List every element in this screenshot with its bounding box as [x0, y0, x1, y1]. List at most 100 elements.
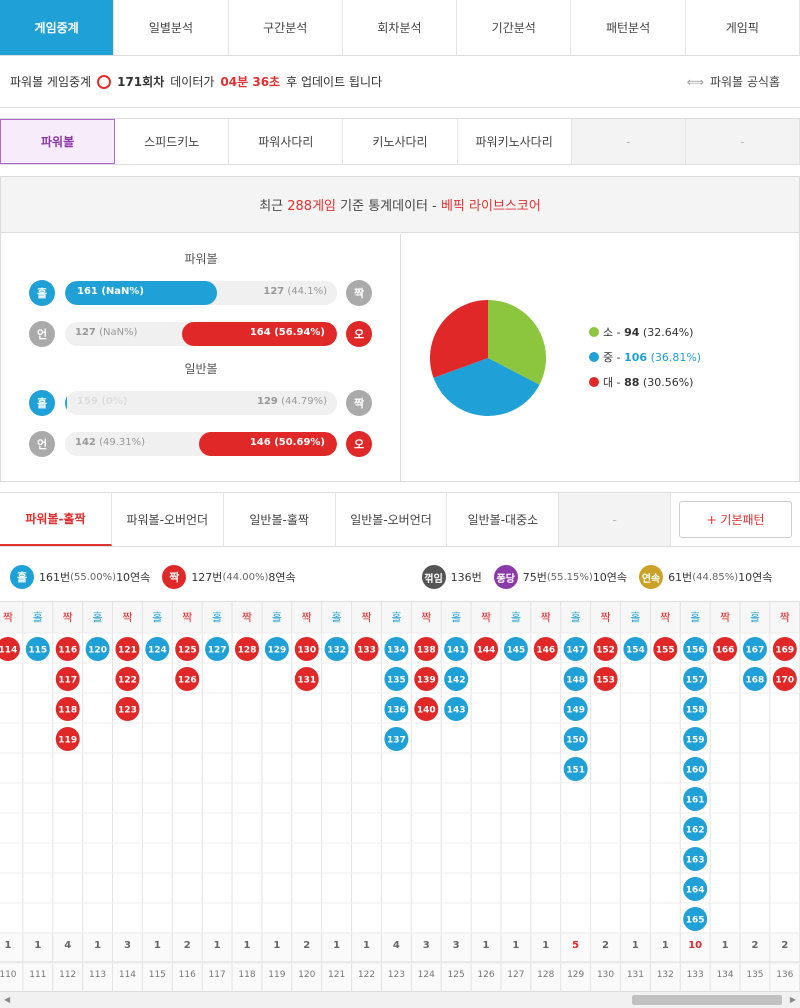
- stat-row: 홀 161 (NaN%) 127 (44.1%) 짝: [29, 280, 374, 308]
- powerball-title: 파워볼: [184, 252, 218, 266]
- stat-row: 언 127 (NaN%) 164 (56.94%) 오: [29, 321, 374, 349]
- game-tab-2[interactable]: 파워사다리: [229, 119, 344, 164]
- nav-tab-0[interactable]: 게임중계: [0, 0, 115, 55]
- nav-tab-1[interactable]: 일별분석: [114, 0, 229, 55]
- stat-row: 언 142 (49.31%) 146 (50.69%) 오: [29, 431, 374, 459]
- grid-round: 126: [477, 970, 494, 980]
- grid-count: 2: [751, 940, 758, 951]
- pattern-grid: 짝 114 1 110 홀 115 1 111 짝 116 117 118 119 4 112 홀 120 1 11…: [0, 601, 800, 991]
- legend-label: 소: [603, 326, 614, 339]
- summary-badge: 퐁당: [493, 565, 518, 589]
- stat-row: 홀 159 (0%) 129 (44.79%) 짝: [29, 390, 374, 418]
- stat-bar: 161 (NaN%) 127 (44.1%): [65, 281, 337, 305]
- grid-count: 1: [94, 940, 101, 951]
- stats-head-source: 베픽 라이브스코어: [440, 199, 541, 214]
- grid-header-label: 짝: [600, 611, 610, 624]
- stat-right-count: 127: [263, 286, 285, 297]
- pattern-tab-5[interactable]: -: [559, 493, 672, 546]
- grid-ball-number: 119: [58, 736, 77, 746]
- grid-ball-number: 168: [746, 676, 765, 686]
- pattern-tab-6[interactable]: + 기본패턴: [679, 501, 793, 538]
- grid-ball-number: 170: [775, 676, 794, 686]
- grid-header-label: 홀: [212, 611, 222, 624]
- grid-round: 134: [716, 970, 733, 980]
- grid-round: 111: [29, 970, 46, 980]
- stat-right-badge: 오: [346, 431, 372, 457]
- grid-ball-number: 146: [536, 646, 555, 656]
- summary-count: 75번: [522, 571, 547, 584]
- grid-count: 2: [781, 940, 788, 951]
- scroll-left-icon[interactable]: ◀: [4, 995, 10, 1004]
- grid-ball-number: 162: [686, 826, 705, 836]
- stats-header: 최근 288게임 기준 통계데이터 - 베픽 라이브스코어: [1, 177, 799, 233]
- pattern-tab-1[interactable]: 파워볼-오버언더: [112, 493, 224, 546]
- game-tab-4[interactable]: 파워키노사다리: [458, 119, 572, 164]
- stat-right-label: 127 (44.1%): [263, 286, 327, 297]
- summary-pct: (55.00%): [70, 571, 117, 583]
- game-tab-0[interactable]: 파워볼: [0, 119, 116, 164]
- grid-ball-number: 140: [417, 706, 436, 716]
- grid-ball-number: 166: [716, 646, 735, 656]
- stat-left-label: 161 (NaN%): [77, 286, 145, 297]
- grid-count: 3: [124, 940, 131, 951]
- grid-ball-number: 118: [58, 706, 77, 716]
- grid-ball-number: 158: [686, 706, 705, 716]
- stat-right-pct: (44.79%): [281, 396, 327, 407]
- legend-item-2: 대 - 88 (30.56%): [589, 370, 701, 395]
- grid-ball-number: 151: [566, 766, 585, 776]
- stat-left-badge: 홀: [29, 280, 55, 306]
- summary-streak: 10연속: [738, 571, 773, 584]
- stat-right-count: 129: [257, 396, 278, 407]
- grid-count: 1: [722, 940, 729, 951]
- grid-round: 133: [687, 970, 704, 980]
- grid-round: 114: [119, 970, 136, 980]
- legend-dot: [589, 327, 599, 337]
- scroll-thumb[interactable]: [632, 995, 782, 1005]
- grid-ball-number: 143: [447, 706, 466, 716]
- summary-count: 127번: [191, 571, 223, 584]
- pattern-grid-svg: 짝1141110홀1151111짝1161171181194112홀120111…: [0, 602, 800, 991]
- legend-label: 대: [603, 376, 614, 389]
- grid-ball-number: 144: [477, 646, 496, 656]
- stat-right-badge: 오: [346, 321, 372, 347]
- grid-round: 123: [388, 970, 405, 980]
- grid-ball-number: 131: [297, 676, 316, 686]
- summary-badge: 꺾임: [421, 565, 446, 589]
- grid-header-label: 홀: [33, 611, 43, 624]
- grid-round: 130: [597, 970, 614, 980]
- summary-item-4: 연속 61번 (44.85%) 10연속: [639, 565, 772, 589]
- grid-round: 117: [209, 970, 226, 980]
- nav-tab-5[interactable]: 패턴분석: [571, 0, 686, 55]
- game-tab-6[interactable]: -: [685, 119, 800, 164]
- pattern-tab-2[interactable]: 일반볼-홀짝: [224, 493, 336, 546]
- grid-header-label: 홀: [391, 611, 401, 624]
- summary-streak: 8연속: [268, 571, 296, 584]
- grid-ball-number: 152: [596, 646, 615, 656]
- grid-ball-number: 125: [178, 646, 197, 656]
- grid-header-label: 짝: [182, 611, 192, 624]
- grid-count: 1: [512, 940, 519, 951]
- game-tab-5[interactable]: -: [571, 119, 686, 164]
- horizontal-scrollbar[interactable]: ◀ ▶: [0, 991, 800, 1008]
- stat-bar: 142 (49.31%) 146 (50.69%): [65, 432, 337, 456]
- nav-tab-6[interactable]: 게임픽: [686, 0, 800, 55]
- game-tab-1[interactable]: 스피드키노: [115, 119, 230, 164]
- grid-header-label: 짝: [3, 611, 13, 624]
- pattern-tab-0[interactable]: 파워볼-홀짝: [0, 493, 112, 546]
- pattern-tab-3[interactable]: 일반볼-오버언더: [336, 493, 448, 546]
- bar-stats: 파워볼 일반볼 홀 161 (NaN%) 127 (44.1%) 짝 언 127 (NaN…: [1, 234, 401, 482]
- nav-tab-2[interactable]: 구간분석: [229, 0, 343, 55]
- grid-header-label: 짝: [780, 611, 790, 624]
- nav-tab-4[interactable]: 기간분석: [457, 0, 572, 55]
- grid-header-label: 짝: [541, 611, 551, 624]
- pattern-tab-4[interactable]: 일반볼-대중소: [447, 493, 560, 546]
- nav-tab-3[interactable]: 회차분석: [343, 0, 458, 55]
- grid-ball-number: 127: [208, 646, 227, 656]
- grid-round: 110: [0, 970, 17, 980]
- game-tab-3[interactable]: 키노사다리: [343, 119, 458, 164]
- official-link[interactable]: ⟺ 파워볼 공식홈: [687, 73, 780, 90]
- legend-count: 94: [624, 326, 640, 339]
- scroll-right-icon[interactable]: ▶: [790, 995, 796, 1004]
- grid-ball-number: 161: [686, 796, 705, 806]
- summary-item-3: 퐁당 75번 (55.15%) 10연속: [493, 565, 627, 589]
